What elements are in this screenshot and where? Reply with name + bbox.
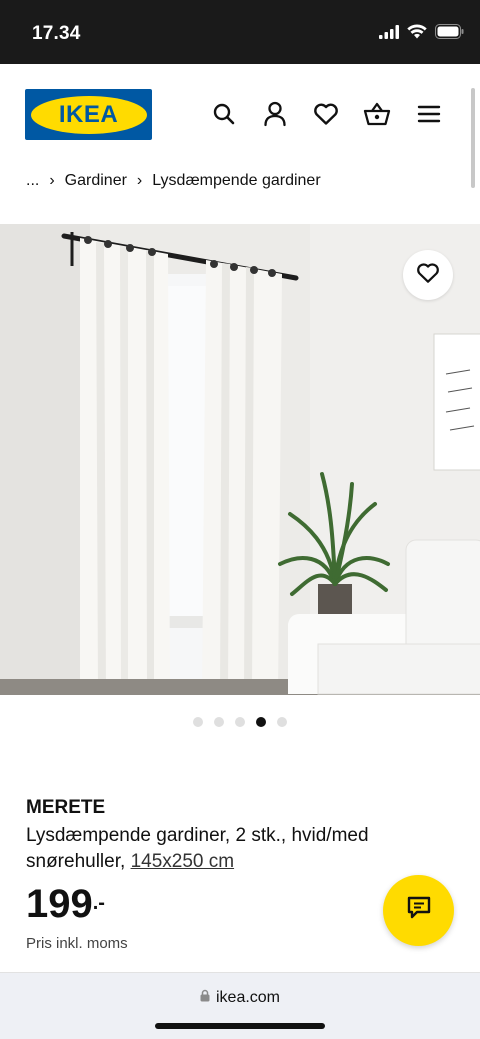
- breadcrumb: ... › Gardiner › Lysdæmpende gardiner: [26, 172, 321, 190]
- favorite-button[interactable]: [403, 250, 453, 300]
- lock-icon: [200, 989, 210, 1007]
- url-display[interactable]: ikea.com: [0, 989, 480, 1007]
- status-time: 17.34: [32, 23, 81, 44]
- heart-icon[interactable]: [312, 100, 340, 128]
- carousel-dot[interactable]: [277, 717, 287, 727]
- browser-url-bar[interactable]: ikea.com: [0, 972, 480, 1039]
- breadcrumb-ellipsis[interactable]: ...: [26, 172, 39, 190]
- logo-text: IKEA: [58, 100, 119, 128]
- scroll-indicator[interactable]: [471, 88, 475, 188]
- chat-icon: [405, 895, 433, 926]
- product-price: 199 .-: [26, 880, 105, 928]
- account-icon[interactable]: [261, 100, 289, 128]
- carousel-dots: [0, 717, 480, 727]
- ikea-logo[interactable]: IKEA: [25, 89, 152, 140]
- wifi-icon: [407, 24, 427, 44]
- breadcrumb-item-lysdaempende-gardiner[interactable]: Lysdæmpende gardiner: [152, 172, 320, 190]
- product-name: MERETE: [26, 797, 106, 818]
- status-icons: [379, 24, 464, 44]
- price-note: Pris inkl. moms: [26, 935, 128, 952]
- status-bar: 17.34: [0, 0, 480, 64]
- home-indicator[interactable]: [155, 1023, 325, 1029]
- menu-icon[interactable]: [415, 100, 443, 128]
- carousel-dot[interactable]: [214, 717, 224, 727]
- chevron-right-icon: ›: [49, 172, 55, 189]
- basket-icon[interactable]: [363, 100, 391, 128]
- logo-oval: IKEA: [30, 95, 147, 134]
- url-text: ikea.com: [215, 989, 281, 1006]
- chat-button[interactable]: [383, 875, 454, 946]
- site-header: IKEA: [0, 64, 480, 164]
- heart-icon: [416, 262, 440, 289]
- breadcrumb-item-gardiner[interactable]: Gardiner: [65, 172, 127, 190]
- chevron-right-icon: ›: [136, 172, 143, 189]
- product-measure-link[interactable]: 145x250 cm: [131, 851, 235, 872]
- carousel-dot[interactable]: [193, 717, 203, 727]
- price-suffix: .-: [92, 892, 105, 914]
- curtain-photo: [0, 224, 480, 695]
- price-value: 199: [26, 882, 93, 926]
- search-icon[interactable]: [210, 100, 238, 128]
- battery-icon: [435, 24, 464, 44]
- cellular-signal-icon: [379, 24, 399, 44]
- carousel-dot[interactable]: [235, 717, 245, 727]
- product-description: Lysdæmpende gardiner, 2 stk., hvid/med s…: [26, 823, 446, 875]
- carousel-dot-active[interactable]: [256, 717, 266, 727]
- product-image[interactable]: [0, 224, 480, 695]
